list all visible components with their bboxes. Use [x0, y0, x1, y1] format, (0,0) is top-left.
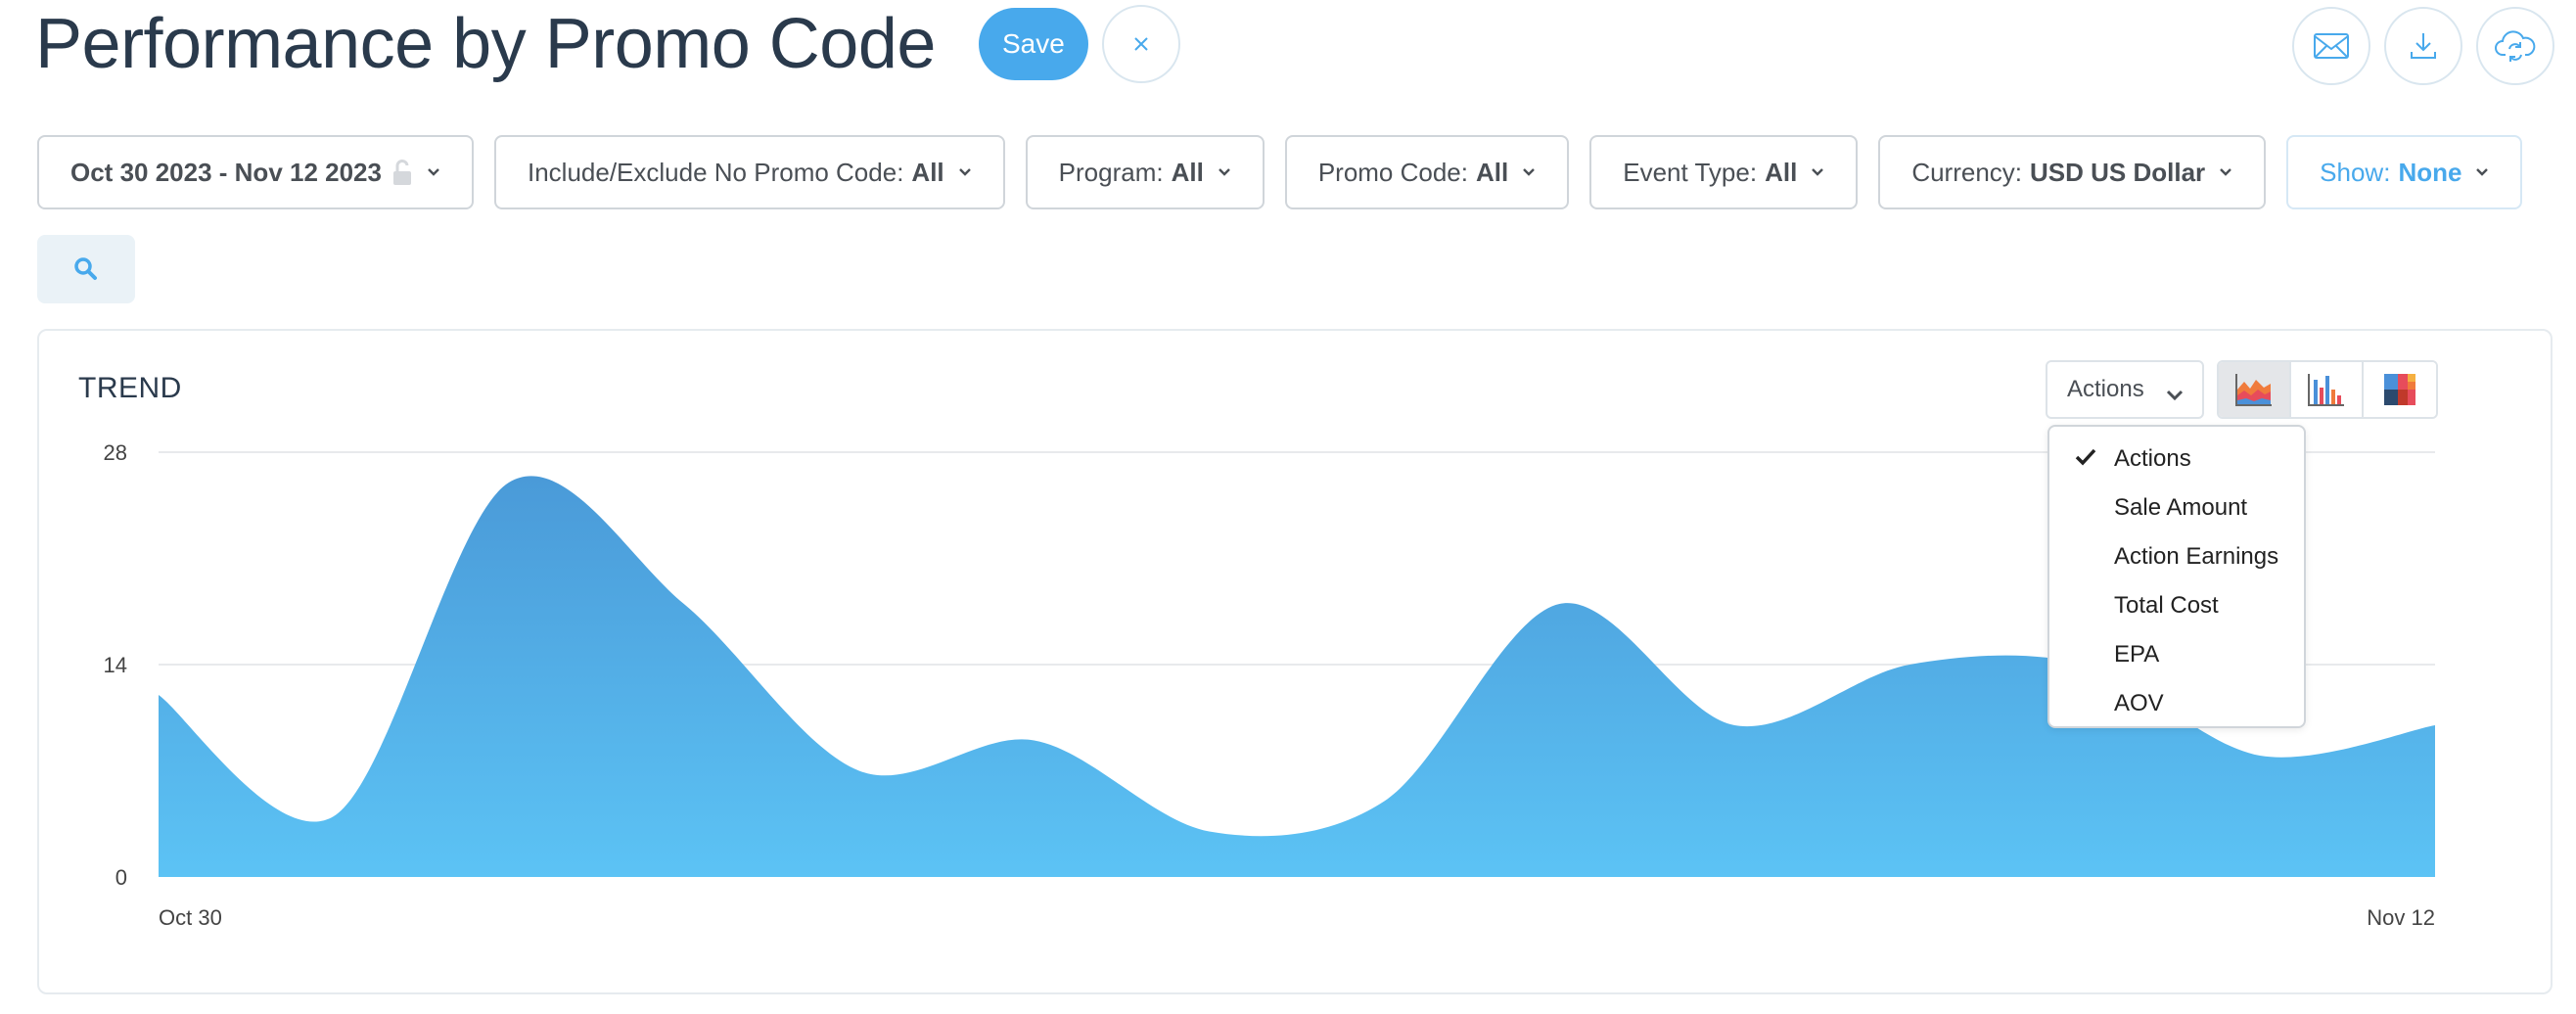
filter-label: Include/Exclude No Promo Code: — [527, 157, 904, 187]
area-chart-button[interactable] — [2219, 362, 2291, 417]
filter-value: All — [1476, 157, 1509, 187]
chevron-down-icon — [2165, 382, 2185, 409]
menu-item-action-earnings[interactable]: Action Earnings — [2049, 532, 2304, 581]
chart-type-toggle — [2217, 360, 2438, 419]
menu-item-sale-amount[interactable]: Sale Amount — [2049, 484, 2304, 532]
menu-item-aov[interactable]: AOV — [2049, 679, 2304, 728]
report-actions — [2292, 7, 2554, 85]
filter-value: USD US Dollar — [2030, 157, 2206, 187]
close-icon — [1134, 37, 1148, 51]
chevron-down-icon — [2219, 167, 2232, 177]
chevron-down-icon — [2475, 167, 2489, 177]
close-button[interactable] — [1101, 5, 1180, 83]
chevron-down-icon — [1522, 167, 1536, 177]
x-tick-label: Oct 30 — [159, 905, 222, 930]
menu-item-label: AOV — [2114, 690, 2164, 716]
currency-filter[interactable]: Currency: USD US Dollar — [1878, 135, 2267, 209]
show-filter[interactable]: Show: None — [2286, 135, 2523, 209]
filter-bar: Oct 30 2023 - Nov 12 2023 Include/Exclud… — [37, 135, 2523, 209]
unlock-icon — [391, 159, 413, 186]
promo-code-filter[interactable]: Promo Code: All — [1284, 135, 1570, 209]
program-filter[interactable]: Program: All — [1025, 135, 1265, 209]
y-tick-label: 0 — [115, 865, 127, 890]
download-button[interactable] — [2384, 7, 2462, 85]
menu-item-actions[interactable]: Actions — [2049, 435, 2304, 484]
heatmap-icon — [2384, 374, 2415, 405]
page-header: Performance by Promo Code Save — [35, 0, 1180, 88]
bar-chart-icon — [2308, 374, 2344, 406]
date-range-value: Oct 30 2023 - Nov 12 2023 — [70, 157, 382, 187]
x-tick-label: Nov 12 — [2367, 905, 2435, 930]
metric-select-value: Actions — [2067, 376, 2144, 402]
chevron-down-icon — [427, 167, 440, 177]
metric-dropdown-menu: Actions Sale Amount Action Earnings Tota… — [2047, 425, 2306, 728]
y-tick-label: 28 — [104, 440, 127, 465]
filter-value: None — [2398, 157, 2462, 187]
email-button[interactable] — [2292, 7, 2370, 85]
filter-label: Currency: — [1911, 157, 2023, 187]
envelope-icon — [2314, 33, 2349, 59]
area-chart-icon — [2235, 374, 2272, 406]
date-range-filter[interactable]: Oct 30 2023 - Nov 12 2023 — [37, 135, 474, 209]
filter-label: Show: — [2320, 157, 2391, 187]
filter-label: Event Type: — [1623, 157, 1758, 187]
chevron-down-icon — [1218, 167, 1231, 177]
menu-item-label: EPA — [2114, 641, 2160, 668]
search-icon — [74, 257, 97, 280]
menu-item-epa[interactable]: EPA — [2049, 630, 2304, 679]
filter-value: All — [1765, 157, 1798, 187]
bar-chart-button[interactable] — [2291, 362, 2364, 417]
trend-card: 0 14 28 Oct 30 Nov 12 TREND Actions Acti… — [37, 329, 2553, 994]
menu-item-label: Total Cost — [2114, 592, 2219, 619]
menu-item-label: Action Earnings — [2114, 543, 2279, 570]
filter-label: Promo Code: — [1317, 157, 1468, 187]
event-type-filter[interactable]: Event Type: All — [1589, 135, 1859, 209]
metric-select[interactable]: Actions — [2046, 360, 2204, 419]
menu-item-total-cost[interactable]: Total Cost — [2049, 581, 2304, 630]
filter-label: Program: — [1058, 157, 1164, 187]
menu-item-label: Sale Amount — [2114, 494, 2248, 521]
cloud-sync-button[interactable] — [2476, 7, 2554, 85]
cloud-sync-icon — [2495, 30, 2536, 62]
heatmap-chart-button[interactable] — [2364, 362, 2436, 417]
promo-include-filter[interactable]: Include/Exclude No Promo Code: All — [493, 135, 1005, 209]
search-button[interactable] — [37, 235, 135, 303]
download-icon — [2411, 33, 2436, 59]
filter-value: All — [1171, 157, 1204, 187]
checkmark-icon — [2075, 446, 2096, 474]
menu-item-label: Actions — [2114, 445, 2191, 472]
trend-title: TREND — [78, 372, 182, 404]
filter-value: All — [911, 157, 944, 187]
chevron-down-icon — [1811, 167, 1824, 177]
y-tick-label: 14 — [104, 653, 127, 677]
page-title: Performance by Promo Code — [35, 5, 936, 83]
save-button[interactable]: Save — [978, 8, 1088, 80]
chevron-down-icon — [958, 167, 972, 177]
